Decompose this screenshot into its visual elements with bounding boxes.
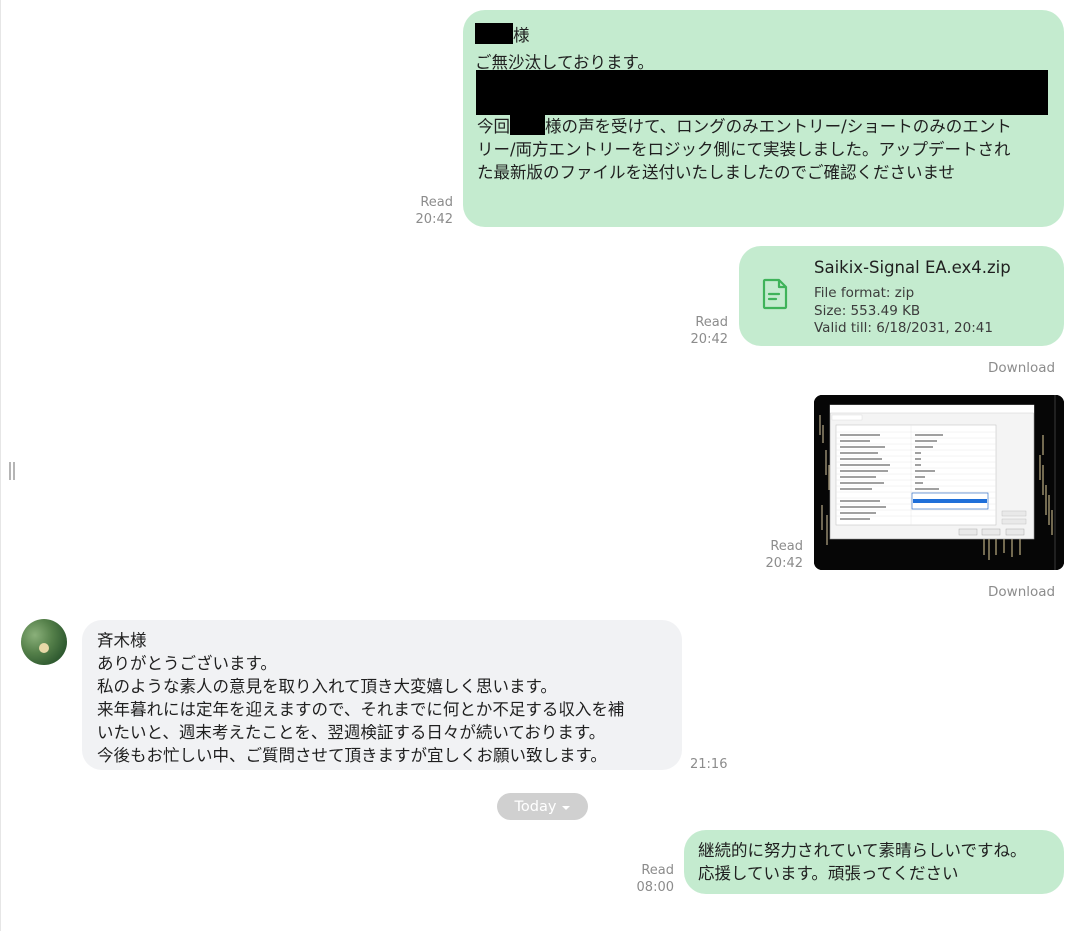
day-label: Today xyxy=(514,798,557,815)
message-time: 20:42 xyxy=(690,332,728,347)
chart-screenshot-thumbnail xyxy=(814,395,1064,570)
document-icon xyxy=(762,278,788,310)
file-valid-till: Valid till: 6/18/2031, 20:41 xyxy=(814,320,993,336)
read-label: Read xyxy=(770,539,803,554)
message-status: Read 08:00 xyxy=(626,862,674,896)
image-attachment[interactable] xyxy=(814,395,1064,570)
message-time: 20:42 xyxy=(415,212,453,227)
redacted-block xyxy=(476,70,1048,115)
message-text: 斉木様 ありがとうございます。 私のような素人の意見を取り入れて頂き大変嬉しく思… xyxy=(97,631,625,765)
para-body: 様の声を受けて、ロングのみエントリー/ショートのみのエント リー/両方エントリー… xyxy=(477,117,1012,182)
pane-divider xyxy=(0,0,1,931)
redacted-name xyxy=(475,23,513,44)
message-status: Read 20:42 xyxy=(755,538,803,572)
file-name[interactable]: Saikix-Signal EA.ex4.zip xyxy=(814,258,1011,277)
message-paragraph: 今回 様の声を受けて、ロングのみエントリー/ショートのみのエント リー/両方エント… xyxy=(477,114,1052,184)
contact-avatar[interactable] xyxy=(21,619,67,665)
chevron-down-icon xyxy=(562,805,571,810)
outgoing-message[interactable]: 様 ご無沙汰しております。 今回 様の声を受けて、ロングのみエントリー/ショートの… xyxy=(463,10,1064,227)
resize-handle[interactable] xyxy=(8,462,16,480)
day-separator[interactable]: Today xyxy=(497,793,588,820)
message-status: Read 20:42 xyxy=(400,194,453,228)
read-label: Read xyxy=(641,863,674,878)
incoming-message[interactable]: 斉木様 ありがとうございます。 私のような素人の意見を取り入れて頂き大変嬉しく思… xyxy=(82,620,682,770)
file-format: File format: zip xyxy=(814,285,915,301)
read-label: Read xyxy=(420,195,453,210)
message-text: 継続的に努力されていて素晴らしいですね。 応援しています。頑張ってください xyxy=(698,841,1027,883)
message-time: 20:42 xyxy=(765,556,803,571)
file-info: File format: zip Size: 553.49 KB Valid t… xyxy=(814,285,993,338)
download-link[interactable]: Download xyxy=(988,360,1055,376)
message-time: 21:16 xyxy=(690,757,728,772)
file-message[interactable]: Saikix-Signal EA.ex4.zip File format: zi… xyxy=(739,246,1064,346)
read-label: Read xyxy=(695,315,728,330)
greeting-suffix: 様 xyxy=(513,26,530,45)
file-size: Size: 553.49 KB xyxy=(814,302,921,319)
message-time: 08:00 xyxy=(636,880,674,895)
redacted-name xyxy=(510,114,545,135)
para-prefix: 今回 xyxy=(477,117,510,136)
download-link[interactable]: Download xyxy=(988,584,1055,600)
message-status: Read 20:42 xyxy=(680,314,728,348)
outgoing-message[interactable]: 継続的に努力されていて素晴らしいですね。 応援しています。頑張ってください xyxy=(684,830,1064,894)
greeting-line: 様 xyxy=(475,23,530,47)
